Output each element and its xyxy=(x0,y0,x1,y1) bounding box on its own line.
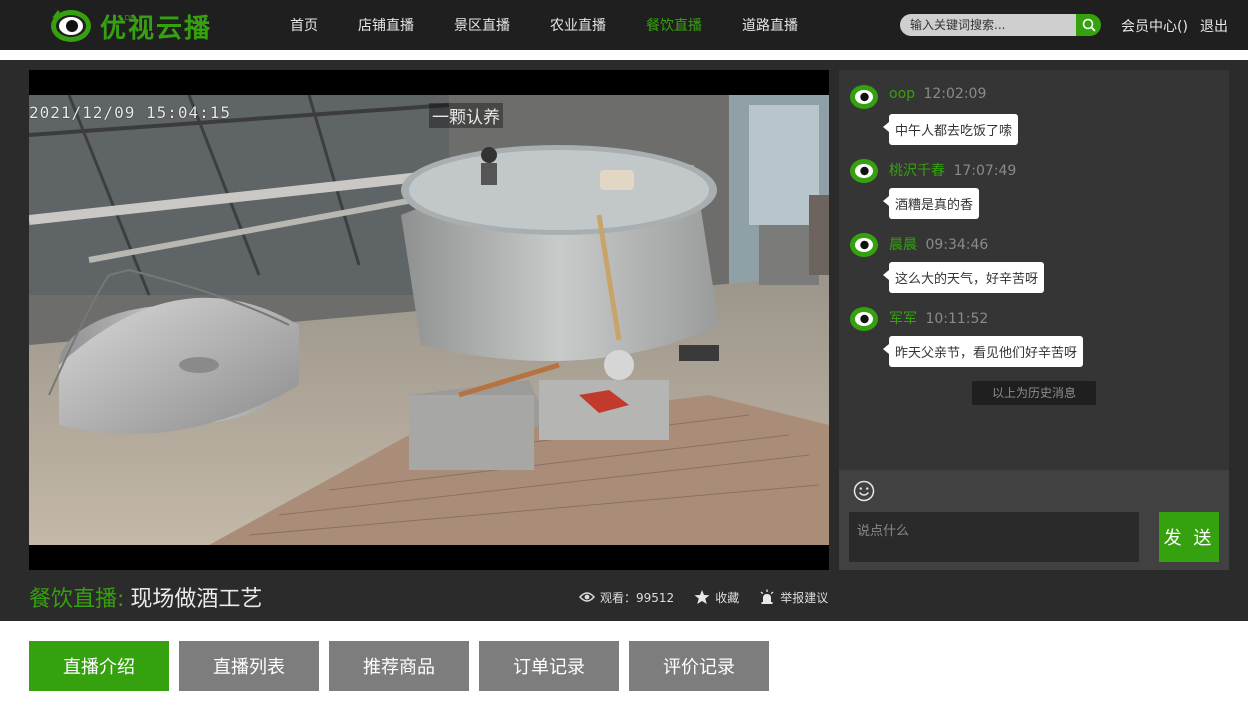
video-caption: 一颗认养 xyxy=(429,103,503,128)
chat-time: 10:11:52 xyxy=(925,311,989,327)
nav-item-home[interactable]: 首页 xyxy=(290,15,318,35)
send-button[interactable]: 发 送 xyxy=(1159,512,1219,562)
video-timestamp: 2021/12/09 15:04:15 xyxy=(29,103,232,122)
member-center-link[interactable]: 会员中心() xyxy=(1121,16,1188,36)
alarm-light-icon xyxy=(760,589,774,604)
tab-order-records[interactable]: 订单记录 xyxy=(479,641,619,691)
chat-message-input[interactable] xyxy=(849,512,1139,562)
chat-username: 军军 xyxy=(889,311,917,327)
chat-message-header: 军军 10:11:52 xyxy=(889,308,988,328)
nav-item-scenic-live[interactable]: 景区直播 xyxy=(454,15,510,35)
live-category: 餐饮直播: xyxy=(29,587,125,612)
chat-time: 17:07:49 xyxy=(953,163,1017,179)
eye-icon xyxy=(579,592,595,602)
search-button[interactable] xyxy=(1076,14,1101,36)
chat-username: oop xyxy=(889,86,916,102)
tab-live-list[interactable]: 直播列表 xyxy=(179,641,319,691)
avatar-eye-icon xyxy=(850,159,878,183)
report-button[interactable]: 举报建议 xyxy=(759,589,828,606)
avatar-eye-icon xyxy=(850,233,878,257)
search-box xyxy=(900,14,1101,36)
chat-bubble: 中午人都去吃饭了嗦 xyxy=(882,114,1019,145)
chat-message-header: oop 12:02:09 xyxy=(889,86,986,102)
chat-username: 晨晨 xyxy=(889,237,917,253)
nav-item-catering-live[interactable]: 餐饮直播 xyxy=(646,15,702,35)
favorite-label: 收藏 xyxy=(715,590,740,605)
avatar-eye-icon xyxy=(850,85,878,109)
chat-panel: oop 12:02:09 中午人都去吃饭了嗦 桃沢千春 17:07:49 酒糟是… xyxy=(839,70,1229,570)
nav-item-agriculture-live[interactable]: 农业直播 xyxy=(550,15,606,35)
live-title-text: 现场做酒工艺 xyxy=(130,587,263,612)
chat-input-area: 发 送 xyxy=(839,470,1229,570)
report-label: 举报建议 xyxy=(780,590,829,605)
tab-recommended-products[interactable]: 推荐商品 xyxy=(329,641,469,691)
chat-bubble: 昨天父亲节，看见他们好辛苦呀 xyxy=(882,336,1084,367)
main-nav: 首页 店铺直播 景区直播 农业直播 餐饮直播 道路直播 xyxy=(290,0,838,50)
chat-time: 12:02:09 xyxy=(923,86,987,102)
chat-message-list[interactable]: oop 12:02:09 中午人都去吃饭了嗦 桃沢千春 17:07:49 酒糟是… xyxy=(839,70,1229,470)
chat-time: 09:34:46 xyxy=(925,237,989,253)
live-title: 餐饮直播: 现场做酒工艺 xyxy=(29,581,262,613)
smiley-icon[interactable] xyxy=(853,480,875,502)
tab-review-records[interactable]: 评价记录 xyxy=(629,641,769,691)
chat-message-header: 晨晨 09:34:46 xyxy=(889,234,988,254)
nav-item-store-live[interactable]: 店铺直播 xyxy=(358,15,414,35)
logo-subtext: S DF xyxy=(118,14,135,22)
logout-link[interactable]: 退出 xyxy=(1200,16,1228,36)
avatar-eye-icon xyxy=(850,307,878,331)
top-header: 优视云播 S DF 首页 店铺直播 景区直播 农业直播 餐饮直播 道路直播 会员… xyxy=(0,0,1248,50)
chat-bubble: 酒糟是真的香 xyxy=(882,188,980,219)
star-icon xyxy=(694,590,710,604)
chat-username: 桃沢千春 xyxy=(889,163,945,179)
eye-logo-icon xyxy=(51,10,91,42)
history-tip: 以上为历史消息 xyxy=(972,381,1096,405)
live-stats: 观看：99512 收藏 举报建议 xyxy=(579,588,848,606)
chat-bubble: 这么大的天气，好辛苦呀 xyxy=(882,262,1045,293)
chat-message-header: 桃沢千春 17:07:49 xyxy=(889,160,1016,180)
nav-item-road-live[interactable]: 道路直播 xyxy=(742,15,798,35)
views-count: 观看：99512 xyxy=(579,589,674,606)
video-frame-image xyxy=(29,95,829,545)
site-logo[interactable]: 优视云播 S DF xyxy=(50,8,212,44)
tab-live-intro[interactable]: 直播介绍 xyxy=(29,641,169,691)
video-player[interactable]: 2021/12/09 15:04:15 一颗认养 xyxy=(29,70,829,570)
logo-text: 优视云播 xyxy=(100,13,213,44)
search-icon xyxy=(1082,18,1096,32)
views-label: 观看：99512 xyxy=(600,590,675,605)
search-input[interactable] xyxy=(900,14,1078,36)
favorite-button[interactable]: 收藏 xyxy=(694,589,739,606)
detail-tabs: 直播介绍 直播列表 推荐商品 订单记录 评价记录 xyxy=(29,641,779,691)
